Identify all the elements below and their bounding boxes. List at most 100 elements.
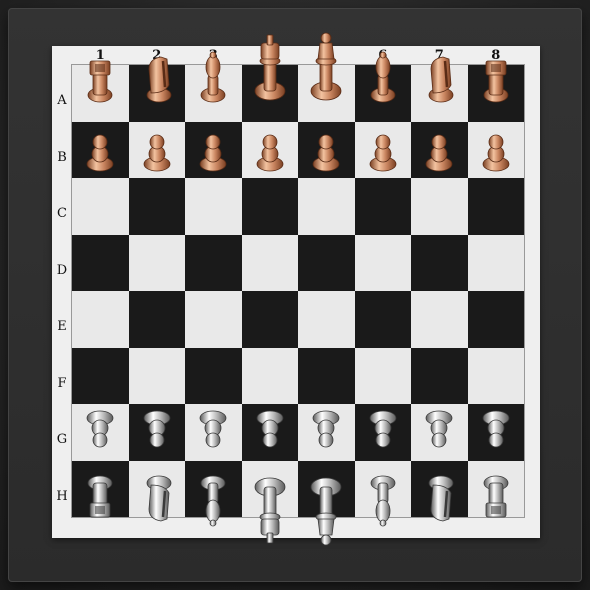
square-D4[interactable] xyxy=(241,234,298,291)
king-icon xyxy=(254,34,286,101)
square-E7[interactable] xyxy=(411,291,468,348)
silver-pawn-G2[interactable] xyxy=(129,404,186,461)
square-F2[interactable] xyxy=(128,347,185,404)
square-D6[interactable] xyxy=(354,234,411,291)
row-label-B: B xyxy=(57,149,67,165)
square-E4[interactable] xyxy=(241,291,298,348)
pawn-icon xyxy=(143,410,171,448)
silver-rook-H8[interactable] xyxy=(468,471,525,528)
king-icon xyxy=(254,477,286,544)
square-F4[interactable] xyxy=(241,347,298,404)
square-D8[interactable] xyxy=(467,234,524,291)
copper-pawn-B1[interactable] xyxy=(72,122,129,179)
row-label-D: D xyxy=(56,262,68,278)
silver-pawn-G6[interactable] xyxy=(355,404,412,461)
bishop-icon xyxy=(200,475,226,527)
square-E3[interactable] xyxy=(185,291,242,348)
square-D1[interactable] xyxy=(72,234,129,291)
bishop-icon xyxy=(370,51,396,103)
square-D3[interactable] xyxy=(185,234,242,291)
silver-knight-H2[interactable] xyxy=(129,471,186,528)
silver-pawn-G7[interactable] xyxy=(411,404,468,461)
copper-pawn-B2[interactable] xyxy=(129,122,186,179)
copper-pawn-B3[interactable] xyxy=(185,122,242,179)
square-C7[interactable] xyxy=(411,178,468,235)
rook-icon xyxy=(87,475,113,518)
knight-icon xyxy=(146,475,172,522)
silver-queen-H5[interactable] xyxy=(298,477,355,546)
bishop-icon xyxy=(370,475,396,527)
copper-pawn-B6[interactable] xyxy=(355,122,412,179)
pawn-icon xyxy=(256,134,284,172)
pawn-icon xyxy=(143,134,171,172)
square-D5[interactable] xyxy=(298,234,355,291)
row-label-G: G xyxy=(56,432,68,447)
square-C5[interactable] xyxy=(298,178,355,235)
pawn-icon xyxy=(199,410,227,448)
row-label-F: F xyxy=(57,375,67,391)
pawn-icon xyxy=(482,410,510,448)
copper-rook-A8[interactable] xyxy=(468,51,525,108)
silver-pawn-G8[interactable] xyxy=(468,404,525,461)
copper-king-A4[interactable] xyxy=(242,34,299,102)
square-C3[interactable] xyxy=(185,178,242,235)
square-F7[interactable] xyxy=(411,347,468,404)
copper-queen-A5[interactable] xyxy=(298,32,355,102)
square-C1[interactable] xyxy=(72,178,129,235)
pawn-icon xyxy=(86,410,114,448)
square-D7[interactable] xyxy=(411,234,468,291)
row-label-C: C xyxy=(57,206,67,221)
square-E2[interactable] xyxy=(128,291,185,348)
pawn-icon xyxy=(312,134,340,172)
copper-knight-A7[interactable] xyxy=(411,51,468,108)
pawn-icon xyxy=(369,134,397,172)
square-F1[interactable] xyxy=(72,347,129,404)
pawn-icon xyxy=(482,134,510,172)
pawn-icon xyxy=(199,134,227,172)
copper-pawn-B7[interactable] xyxy=(411,122,468,179)
knight-icon xyxy=(146,56,172,103)
copper-knight-A2[interactable] xyxy=(129,51,186,108)
pawn-icon xyxy=(256,410,284,448)
copper-rook-A1[interactable] xyxy=(72,51,129,108)
copper-bishop-A3[interactable] xyxy=(185,51,242,108)
silver-pawn-G5[interactable] xyxy=(298,404,355,461)
square-F5[interactable] xyxy=(298,347,355,404)
rook-icon xyxy=(87,60,113,103)
copper-pawn-B4[interactable] xyxy=(242,122,299,179)
square-F6[interactable] xyxy=(354,347,411,404)
queen-icon xyxy=(310,477,342,546)
queen-icon xyxy=(310,32,342,101)
silver-pawn-G4[interactable] xyxy=(242,404,299,461)
square-D2[interactable] xyxy=(128,234,185,291)
square-E6[interactable] xyxy=(354,291,411,348)
silver-pawn-G3[interactable] xyxy=(185,404,242,461)
square-E8[interactable] xyxy=(467,291,524,348)
square-E1[interactable] xyxy=(72,291,129,348)
rook-icon xyxy=(483,60,509,103)
silver-bishop-H3[interactable] xyxy=(185,471,242,528)
copper-pawn-B5[interactable] xyxy=(298,122,355,179)
square-C6[interactable] xyxy=(354,178,411,235)
square-C8[interactable] xyxy=(467,178,524,235)
silver-knight-H7[interactable] xyxy=(411,471,468,528)
square-E5[interactable] xyxy=(298,291,355,348)
square-C2[interactable] xyxy=(128,178,185,235)
knight-icon xyxy=(428,56,454,103)
pawn-icon xyxy=(369,410,397,448)
square-F3[interactable] xyxy=(185,347,242,404)
rook-icon xyxy=(483,475,509,518)
square-C4[interactable] xyxy=(241,178,298,235)
pawn-icon xyxy=(425,410,453,448)
row-label-E: E xyxy=(57,319,67,334)
silver-king-H4[interactable] xyxy=(242,477,299,544)
pawn-icon xyxy=(425,134,453,172)
knight-icon xyxy=(428,475,454,522)
square-F8[interactable] xyxy=(467,347,524,404)
copper-bishop-A6[interactable] xyxy=(355,51,412,108)
pawn-icon xyxy=(312,410,340,448)
copper-pawn-B8[interactable] xyxy=(468,122,525,179)
silver-bishop-H6[interactable] xyxy=(355,471,412,528)
silver-rook-H1[interactable] xyxy=(72,471,129,528)
silver-pawn-G1[interactable] xyxy=(72,404,129,461)
